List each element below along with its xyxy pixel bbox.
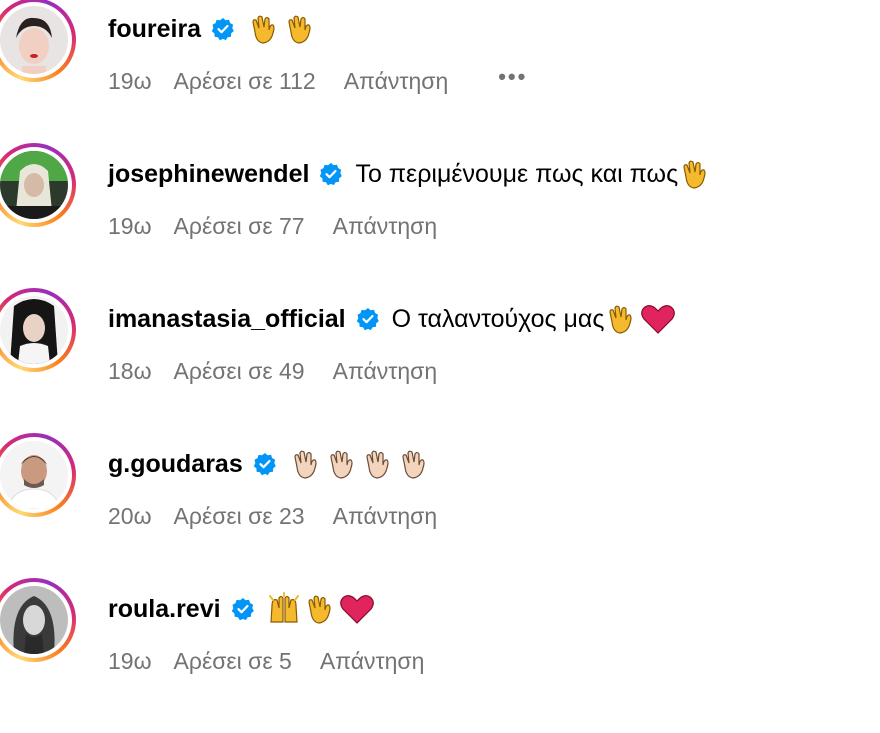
verified-badge-icon: [231, 597, 255, 621]
avatar-story-ring[interactable]: [0, 288, 76, 372]
comment-username[interactable]: g.goudaras: [108, 449, 243, 479]
comment-timestamp[interactable]: 19ω: [108, 647, 152, 675]
avatar-story-ring[interactable]: [0, 433, 76, 517]
comment-likes-count[interactable]: Αρέσει σε 49: [174, 357, 305, 385]
clapping-hands-light-skin-icon: [330, 450, 353, 479]
comment-emojis: [289, 447, 431, 481]
comment-likes-count[interactable]: Αρέσει σε 23: [174, 502, 305, 530]
avatar-frame: [0, 147, 72, 223]
verified-badge-icon: [356, 307, 380, 331]
avatar[interactable]: [0, 586, 68, 654]
comment-item: foureira 19ω Αρέσει σε 112 Απάντηση •••: [0, 0, 880, 110]
avatar-story-ring[interactable]: [0, 143, 76, 227]
reply-button[interactable]: Απάντηση: [320, 647, 425, 675]
comment-emojis: [267, 592, 375, 626]
comment-emojis: [604, 302, 676, 336]
reply-button[interactable]: Απάντηση: [344, 67, 449, 95]
reply-button[interactable]: Απάντηση: [333, 212, 438, 240]
avatar[interactable]: [0, 441, 68, 509]
comment-likes-count[interactable]: Αρέσει σε 112: [174, 67, 316, 95]
reply-button[interactable]: Απάντηση: [333, 357, 438, 385]
comment-item: roula.revi 19ω Αρέσει σε 5 Απάντηση: [0, 578, 880, 690]
comment-timestamp[interactable]: 19ω: [108, 67, 152, 95]
comment-emojis: [247, 12, 317, 46]
verified-badge-icon: [253, 452, 277, 476]
more-options-icon[interactable]: •••: [498, 63, 527, 91]
clapping-hands-light-skin-icon: [366, 450, 389, 479]
red-heart-icon: [641, 305, 676, 334]
clapping-hands-icon: [252, 15, 275, 44]
comment-timestamp[interactable]: 20ω: [108, 502, 152, 530]
avatar-story-ring[interactable]: [0, 578, 76, 662]
comment-emojis: [678, 157, 712, 191]
comment-username[interactable]: imanastasia_official: [108, 304, 346, 334]
comment-username[interactable]: roula.revi: [108, 594, 221, 624]
comment-text: Ο ταλαντούχος μας: [391, 305, 605, 333]
clapping-hands-icon: [609, 305, 633, 334]
red-heart-icon: [339, 595, 374, 624]
clapping-hands-icon: [288, 15, 311, 44]
clapping-hands-light-skin-icon: [402, 450, 425, 479]
comment-item: imanastasia_official Ο ταλαντούχος μας 1…: [0, 288, 880, 400]
reply-button[interactable]: Απάντηση: [333, 502, 438, 530]
avatar[interactable]: [0, 151, 68, 219]
verified-badge-icon: [211, 17, 235, 41]
comment-username[interactable]: foureira: [108, 14, 201, 44]
clapping-hands-icon: [683, 160, 706, 189]
verified-badge-icon: [319, 162, 343, 186]
avatar-frame: [0, 2, 72, 78]
avatar-story-ring[interactable]: [0, 0, 76, 82]
clapping-hands-icon: [307, 595, 331, 624]
comment-timestamp[interactable]: 19ω: [108, 212, 152, 240]
comment-item: josephinewendel Το περιμένουμε πως και π…: [0, 143, 880, 255]
avatar[interactable]: [0, 6, 68, 74]
clapping-hands-light-skin-icon: [294, 450, 317, 479]
comment-likes-count[interactable]: Αρέσει σε 5: [174, 647, 292, 675]
avatar-frame: [0, 582, 72, 658]
avatar-frame: [0, 437, 72, 513]
comment-text: Το περιμένουμε πως και πως: [355, 160, 679, 188]
avatar[interactable]: [0, 296, 68, 364]
avatar-frame: [0, 292, 72, 368]
comment-item: g.goudaras 20ω Αρέσει σε 23 Απάντηση: [0, 433, 880, 545]
raising-hands-icon: [268, 592, 299, 623]
comment-timestamp[interactable]: 18ω: [108, 357, 152, 385]
comment-likes-count[interactable]: Αρέσει σε 77: [174, 212, 305, 240]
comment-username[interactable]: josephinewendel: [108, 159, 309, 189]
